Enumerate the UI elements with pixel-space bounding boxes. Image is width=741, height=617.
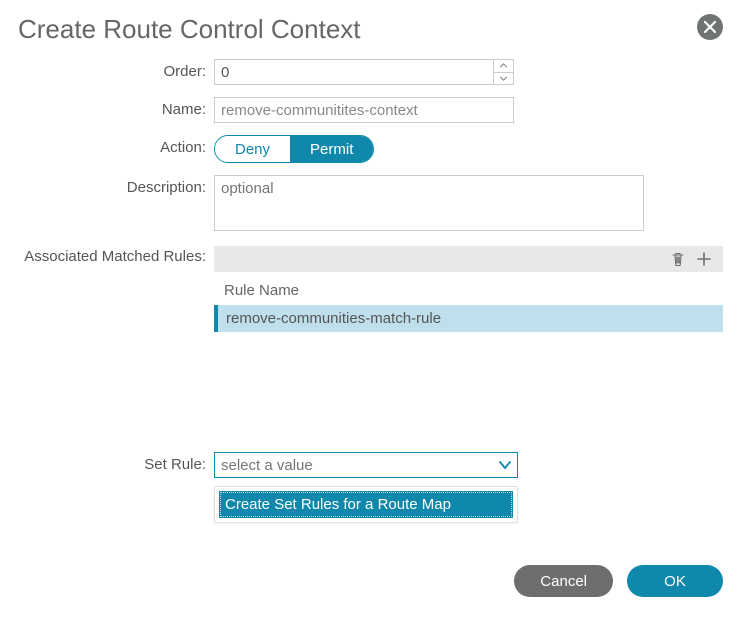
set-rule-dropdown-toggle[interactable]	[493, 453, 517, 477]
trash-icon	[670, 251, 686, 267]
set-rule-input[interactable]	[214, 452, 518, 478]
action-deny[interactable]: Deny	[215, 136, 290, 162]
order-label: Order:	[18, 59, 214, 85]
order-decrement[interactable]	[494, 73, 513, 85]
set-rule-option-create[interactable]: Create Set Rules for a Route Map	[219, 491, 513, 518]
name-input[interactable]	[214, 97, 514, 123]
close-icon	[703, 20, 717, 34]
dialog-title: Create Route Control Context	[18, 14, 723, 45]
order-stepper[interactable]	[214, 59, 514, 85]
action-toggle[interactable]: Deny Permit	[214, 135, 374, 163]
rules-column-header: Rule Name	[214, 278, 723, 305]
rules-label: Associated Matched Rules:	[18, 246, 214, 266]
rules-toolbar	[214, 246, 723, 272]
description-input[interactable]	[214, 175, 644, 231]
chevron-down-icon	[498, 460, 512, 470]
dialog-footer: Cancel OK	[514, 565, 723, 597]
rule-row[interactable]: remove-communities-match-rule	[214, 305, 723, 332]
set-rule-combobox[interactable]: Create Set Rules for a Route Map	[214, 452, 518, 478]
order-input[interactable]	[214, 59, 514, 85]
order-increment[interactable]	[494, 60, 513, 73]
action-label: Action:	[18, 135, 214, 161]
close-button[interactable]	[697, 14, 723, 40]
rules-delete-button[interactable]	[665, 248, 691, 270]
set-rule-label: Set Rule:	[18, 452, 214, 478]
rules-add-button[interactable]	[691, 248, 717, 270]
action-permit[interactable]: Permit	[290, 136, 373, 162]
cancel-button[interactable]: Cancel	[514, 565, 613, 597]
description-label: Description:	[18, 175, 214, 201]
set-rule-dropdown: Create Set Rules for a Route Map	[214, 486, 518, 523]
chevron-down-icon	[499, 76, 508, 81]
plus-icon	[696, 251, 712, 267]
rules-list: remove-communities-match-rule	[214, 305, 723, 332]
chevron-up-icon	[499, 63, 508, 68]
name-label: Name:	[18, 97, 214, 123]
ok-button[interactable]: OK	[627, 565, 723, 597]
